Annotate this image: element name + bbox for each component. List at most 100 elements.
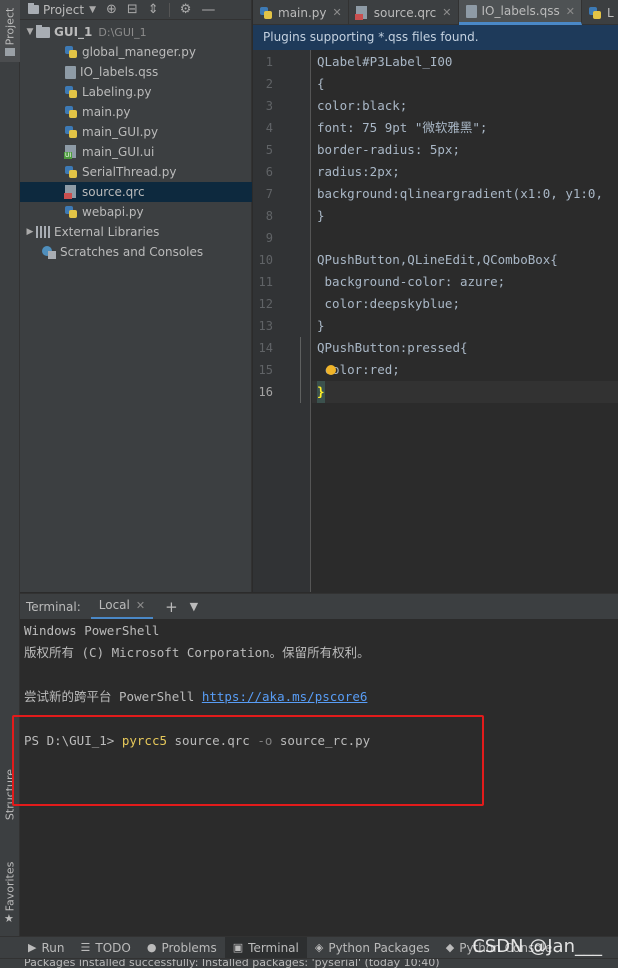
file-label: global_maneger.py — [82, 45, 196, 59]
tab-label: IO_labels.qss — [481, 4, 560, 18]
minimize-icon[interactable]: — — [201, 2, 215, 18]
close-icon[interactable]: ✕ — [136, 599, 145, 612]
qrc-file-icon — [354, 5, 369, 20]
python-file-icon — [64, 125, 78, 139]
qrc-file-icon — [64, 185, 78, 199]
tab-io-labels-qss[interactable]: IO_labels.qss ✕ — [458, 0, 582, 25]
ui-file-icon — [64, 145, 78, 159]
terminal-header: Terminal: Local ✕ + ▼ — [20, 593, 618, 620]
code-line: font: 75 9pt "微软雅黑"; — [317, 120, 488, 135]
code-line: { — [317, 76, 325, 91]
project-folder-icon — [28, 3, 39, 14]
terminal-tab-label: Local — [98, 598, 130, 612]
tree-file-row[interactable]: webapi.py — [20, 202, 252, 222]
terminal-line: 版权所有 (C) Microsoft Corporation。保留所有权利。 — [24, 645, 370, 660]
terminal-label: Terminal: — [26, 599, 81, 614]
tree-file-row[interactable]: main_GUI.ui — [20, 142, 252, 162]
gear-icon[interactable]: ⚙ — [180, 2, 192, 17]
tab-source-qrc[interactable]: source.qrc ✕ — [349, 0, 459, 25]
editor-tab-bar: main.py ✕ source.qrc ✕ IO_labels.qss ✕ L — [253, 0, 618, 25]
tree-file-row[interactable]: IO_labels.qss — [20, 62, 252, 82]
tree-file-row-selected[interactable]: source.qrc — [20, 182, 252, 202]
close-icon[interactable]: ✕ — [566, 5, 575, 18]
file-label: main.py — [82, 105, 131, 119]
line-number-current: 16 — [258, 385, 273, 399]
powershell-link[interactable]: https://aka.ms/pscore6 — [202, 689, 368, 704]
lightbulb-icon[interactable] — [326, 365, 336, 375]
project-panel: Project ▼ ⊕ ⊟ ⇕ ⚙ — ▼ GUI_1 D:\GUI_1 glo… — [20, 0, 252, 592]
line-number: 8 — [265, 209, 273, 223]
plugin-notification[interactable]: Plugins supporting *.qss files found. — [253, 25, 618, 50]
scratches-label: Scratches and Consoles — [60, 245, 204, 259]
tree-file-row[interactable]: main.py — [20, 102, 252, 122]
crosshair-icon[interactable]: ⊕ — [106, 2, 117, 17]
line-number: 15 — [258, 363, 273, 377]
favorites-tool-tab[interactable]: Favorites ★ — [0, 850, 20, 930]
tree-file-row[interactable]: Labeling.py — [20, 82, 252, 102]
project-panel-header: Project ▼ ⊕ ⊟ ⇕ ⚙ — — [20, 0, 251, 20]
code-line: radius:2px; — [317, 164, 400, 179]
scratches-icon — [42, 245, 56, 259]
expand-all-icon[interactable]: ⇕ — [148, 2, 159, 17]
tree-scratches[interactable]: Scratches and Consoles — [20, 242, 252, 262]
code-line: } — [317, 318, 325, 333]
code-line: background:qlineargradient(x1:0, y1:0, — [317, 186, 603, 201]
chevron-down-icon[interactable]: ▼ — [89, 5, 96, 15]
python-file-icon — [259, 6, 273, 20]
tab-label: L — [606, 5, 614, 20]
line-number: 5 — [265, 143, 273, 157]
chevron-down-icon[interactable]: ▼ — [24, 27, 36, 37]
python-file-icon — [64, 105, 78, 119]
tree-root-gui1[interactable]: ▼ GUI_1 D:\GUI_1 — [20, 22, 252, 42]
tree-external-libraries[interactable]: ▶ External Libraries — [20, 222, 252, 242]
tool-todo[interactable]: ☰ TODO — [72, 937, 138, 959]
tree-file-row[interactable]: global_maneger.py — [20, 42, 252, 62]
line-number: 10 — [258, 253, 273, 267]
tool-problems[interactable]: ● Problems — [139, 937, 225, 959]
file-label: webapi.py — [82, 205, 144, 219]
collapse-all-icon[interactable]: ⊟ — [127, 2, 138, 17]
tool-label: Python Packages — [328, 940, 430, 955]
status-message[interactable]: Packages installed successfully: Install… — [24, 959, 440, 968]
code-editor[interactable]: 1 2 3 4 5 6 7 8 9 10 11 12 13 14 15 16 Q… — [253, 50, 618, 592]
line-number: 1 — [265, 55, 273, 69]
project-panel-title[interactable]: Project — [43, 3, 84, 17]
tool-terminal[interactable]: ▣ Terminal — [224, 936, 307, 959]
plus-icon[interactable]: + — [165, 598, 178, 616]
line-number: 11 — [258, 275, 273, 289]
tab-label: main.py — [278, 5, 327, 20]
project-tool-tab[interactable]: Project — [0, 0, 20, 62]
tree-file-row[interactable]: main_GUI.py — [20, 122, 252, 142]
terminal-line: 尝试新的跨平台 PowerShell https://aka.ms/pscore… — [24, 686, 367, 708]
code-line: QLabel#P3Label_I00 — [317, 54, 453, 69]
red-annotation-box — [12, 715, 484, 806]
tool-label: Run — [41, 940, 65, 955]
terminal-tab-local[interactable]: Local ✕ — [90, 594, 154, 620]
code-line: QPushButton:pressed{ — [317, 340, 468, 355]
close-icon[interactable]: ✕ — [333, 6, 342, 19]
code-line: background-color: azure; — [317, 274, 506, 289]
code-line: } — [317, 208, 325, 223]
library-icon — [36, 226, 50, 238]
line-number: 9 — [265, 231, 273, 245]
file-label: IO_labels.qss — [80, 65, 159, 79]
tool-python-packages[interactable]: ◈ Python Packages — [307, 937, 438, 959]
line-number: 14 — [258, 341, 273, 355]
tree-file-row[interactable]: SerialThread.py — [20, 162, 252, 182]
tab-labeling-py[interactable]: L — [582, 0, 618, 25]
play-icon: ▶ — [28, 941, 37, 954]
chevron-down-icon[interactable]: ▼ — [190, 600, 198, 613]
qss-file-icon — [465, 4, 477, 18]
folder-icon — [5, 48, 15, 56]
close-icon[interactable]: ✕ — [442, 6, 451, 19]
line-number: 13 — [258, 319, 273, 333]
code-line: color:deepskyblue; — [317, 296, 460, 311]
status-bar: Packages installed successfully: Install… — [0, 958, 618, 968]
line-number: 6 — [265, 165, 273, 179]
tool-label: TODO — [95, 940, 131, 955]
chevron-right-icon[interactable]: ▶ — [24, 227, 36, 237]
tab-main-py[interactable]: main.py ✕ — [253, 0, 349, 25]
terminal-text: 尝试新的跨平台 PowerShell — [24, 689, 202, 704]
tool-run[interactable]: ▶ Run — [0, 937, 72, 959]
tool-label: Problems — [161, 940, 217, 955]
